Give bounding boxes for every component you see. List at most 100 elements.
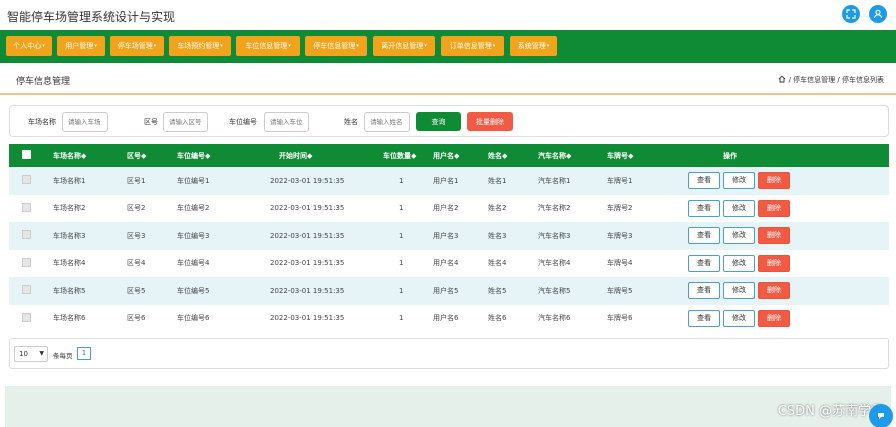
- column-header[interactable]: 车场名称◆: [53, 144, 127, 167]
- table-cell: 2022-03-01 19:51:35: [252, 249, 369, 277]
- table-cell: 1: [369, 222, 433, 250]
- data-table: 车场名称◆ 区号◆ 车位编号◆ 开始时间◆ 车位数量◆ 用户名◆ 姓名◆ 汽车名…: [9, 144, 889, 332]
- row-actions: 查看 修改 删除: [677, 304, 889, 332]
- table-cell: 姓名6: [488, 304, 538, 332]
- table-cell: 汽车名称5: [538, 277, 607, 305]
- page-size-label: 条每页: [53, 352, 73, 360]
- table-cell: 1: [369, 277, 433, 305]
- chevron-down-icon: ▾: [492, 43, 496, 49]
- chat-icon[interactable]: [869, 404, 893, 427]
- column-header[interactable]: 车位编号◆: [177, 144, 252, 167]
- row-checkbox[interactable]: [22, 230, 31, 240]
- edit-button[interactable]: 修改: [723, 227, 755, 245]
- column-header[interactable]: 用户名◆: [433, 144, 488, 167]
- table-cell: 用户名4: [433, 249, 488, 277]
- column-header[interactable]: 姓名◆: [488, 144, 538, 167]
- lot-name-input[interactable]: [62, 112, 108, 132]
- edit-button[interactable]: 修改: [723, 199, 755, 217]
- nav-item-system-management[interactable]: 系统管理 ▾: [510, 36, 557, 56]
- row-checkbox[interactable]: [22, 175, 31, 185]
- delete-button[interactable]: 删除: [758, 227, 790, 245]
- batch-delete-button[interactable]: 批量删除: [467, 112, 513, 131]
- table-row: 车场名称4 区号4 车位编号4 2022-03-01 19:51:35 1 用户名4 姓名4…: [9, 249, 889, 277]
- table-cell: 车位编号2: [177, 194, 252, 222]
- edit-button[interactable]: 修改: [723, 172, 755, 190]
- table-cell: 用户名6: [433, 304, 488, 332]
- table-cell: 车位编号1: [177, 167, 252, 195]
- nav-item-parking-lot-management[interactable]: 停车场管理 ▾: [110, 36, 164, 56]
- table-cell: 汽车名称4: [538, 249, 607, 277]
- column-header[interactable]: 车牌号◆: [607, 144, 677, 167]
- nav-item-reservation-management[interactable]: 车场预约管理 ▾: [169, 36, 231, 56]
- table-cell: 1: [369, 194, 433, 222]
- row-checkbox-cell: [9, 304, 53, 332]
- column-header[interactable]: 区号◆: [127, 144, 177, 167]
- page-size-select[interactable]: 10 ▼: [14, 346, 48, 362]
- query-button[interactable]: 查询: [416, 112, 461, 131]
- row-checkbox[interactable]: [22, 312, 31, 322]
- table-cell: 用户名2: [433, 194, 488, 222]
- table-cell: 车场名称5: [53, 277, 127, 305]
- row-checkbox[interactable]: [22, 257, 31, 267]
- view-button[interactable]: 查看: [688, 227, 720, 245]
- row-checkbox[interactable]: [22, 202, 31, 212]
- view-button[interactable]: 查看: [688, 282, 720, 300]
- column-header[interactable]: 汽车名称◆: [538, 144, 607, 167]
- table-cell: 车场名称4: [53, 249, 127, 277]
- table-cell: 车牌号5: [607, 277, 677, 305]
- nav-item-parking-info-management[interactable]: 停车信息管理 ▾: [305, 36, 367, 56]
- page-title: 停车信息管理: [16, 77, 71, 87]
- table-cell: 姓名5: [488, 277, 538, 305]
- column-header: 操作: [677, 144, 889, 167]
- nav-item-order-info-management[interactable]: 订单信息管理 ▾: [441, 36, 504, 56]
- nav-item-space-info-management[interactable]: 车位信息管理 ▾: [236, 36, 300, 56]
- delete-button[interactable]: 删除: [758, 309, 790, 327]
- table-cell: 姓名1: [488, 167, 538, 195]
- table-cell: 姓名4: [488, 249, 538, 277]
- nav-item-leave-info-management[interactable]: 离开信息管理 ▾: [373, 36, 435, 56]
- search-label-name: 姓名: [344, 118, 358, 126]
- table-cell: 汽车名称2: [538, 194, 607, 222]
- table-cell: 汽车名称3: [538, 222, 607, 250]
- edit-button[interactable]: 修改: [723, 254, 755, 272]
- column-header[interactable]: 车位数量◆: [369, 144, 433, 167]
- row-actions: 查看 修改 删除: [677, 167, 889, 195]
- page-number-button[interactable]: 1: [77, 347, 91, 360]
- row-actions: 查看 修改 删除: [677, 222, 889, 250]
- name-input[interactable]: [364, 112, 410, 132]
- expand-icon[interactable]: [842, 5, 860, 23]
- table-cell: 1: [369, 249, 433, 277]
- table-cell: 车位编号3: [177, 222, 252, 250]
- chevron-down-icon: ▾: [153, 43, 157, 49]
- table-cell: 汽车名称1: [538, 167, 607, 195]
- delete-button[interactable]: 删除: [758, 199, 790, 217]
- view-button[interactable]: 查看: [688, 199, 720, 217]
- view-button[interactable]: 查看: [688, 172, 720, 190]
- select-all-checkbox[interactable]: [9, 144, 53, 167]
- nav-item-personal-center[interactable]: 个人中心 ▾: [6, 36, 52, 56]
- user-icon[interactable]: [869, 5, 887, 23]
- table-cell: 姓名3: [488, 222, 538, 250]
- space-number-input[interactable]: [264, 112, 309, 132]
- edit-button[interactable]: 修改: [723, 282, 755, 300]
- view-button[interactable]: 查看: [688, 309, 720, 327]
- chevron-down-icon: ▼: [39, 350, 44, 357]
- table-row: 车场名称3 区号3 车位编号3 2022-03-01 19:51:35 1 用户名3 姓名3…: [9, 222, 889, 250]
- column-header[interactable]: 开始时间◆: [252, 144, 369, 167]
- home-icon[interactable]: [778, 75, 786, 85]
- delete-button[interactable]: 删除: [758, 254, 790, 272]
- delete-button[interactable]: 删除: [758, 172, 790, 190]
- page-header: 停车信息管理 / 停车信息管理 / 停车信息列表: [0, 63, 896, 93]
- zone-input[interactable]: [163, 112, 208, 132]
- table-cell: 车牌号4: [607, 249, 677, 277]
- delete-button[interactable]: 删除: [758, 282, 790, 300]
- edit-button[interactable]: 修改: [723, 309, 755, 327]
- row-checkbox[interactable]: [22, 285, 31, 295]
- table-cell: 车牌号6: [607, 304, 677, 332]
- search-label-lot-name: 车场名称: [28, 118, 56, 126]
- table-cell: 车牌号3: [607, 222, 677, 250]
- row-actions: 查看 修改 删除: [677, 277, 889, 305]
- table-cell: 用户名3: [433, 222, 488, 250]
- view-button[interactable]: 查看: [688, 254, 720, 272]
- nav-item-user-management[interactable]: 用户管理 ▾: [57, 36, 105, 56]
